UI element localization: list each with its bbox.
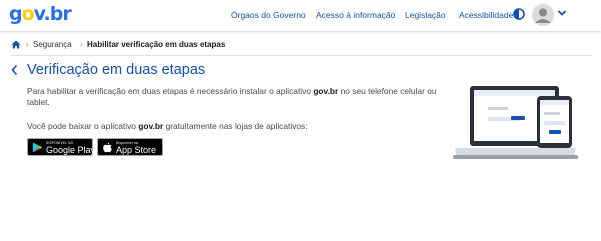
description-download: Você pode baixar o aplicativo gov.br gra…	[27, 121, 308, 131]
divider	[10, 55, 591, 56]
nav-acessibilidade[interactable]: Acessibilidade	[459, 9, 513, 21]
contrast-icon[interactable]	[513, 8, 525, 20]
nav-legislacao[interactable]: Legislação	[405, 9, 446, 21]
google-play-label: Google Play	[46, 145, 96, 155]
google-play-icon	[33, 142, 43, 153]
breadcrumb-separator: ›	[80, 40, 83, 49]
back-chevron-icon[interactable]	[11, 64, 18, 76]
google-play-button[interactable]: DISPONÍVEL NO Google Play	[27, 138, 96, 156]
nav-orgaos-governo[interactable]: Órgaos do Governo	[231, 9, 306, 21]
breadcrumb-separator: ›	[26, 40, 29, 49]
govbr-logo[interactable]: gov.br	[9, 3, 72, 25]
breadcrumb-item-seguranca[interactable]: Segurança	[33, 39, 72, 51]
nav-acesso-informacao[interactable]: Acesso à informação	[316, 9, 395, 21]
apple-icon	[103, 142, 112, 153]
app-store-label: App Store	[116, 145, 157, 155]
user-avatar-icon[interactable]	[532, 4, 554, 26]
app-store-button[interactable]: Disponível na App Store	[97, 138, 163, 156]
breadcrumb-current: Habilitar verificação em duas etapas	[87, 40, 226, 49]
description-install: Para habilitar a verificação em duas eta…	[27, 86, 437, 107]
chevron-down-icon[interactable]	[557, 9, 567, 17]
home-icon[interactable]	[11, 40, 21, 49]
page-title: Verificação em duas etapas	[27, 62, 206, 78]
top-header: gov.br Órgaos do Governo Acesso à inform…	[0, 0, 601, 31]
devices-illustration	[453, 86, 578, 159]
